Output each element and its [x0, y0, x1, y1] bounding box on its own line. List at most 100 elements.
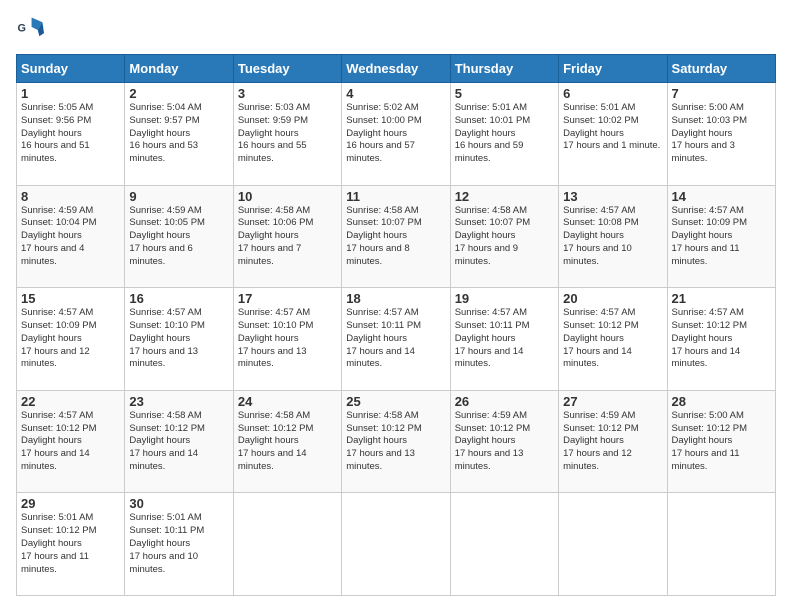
logo-icon: G — [16, 16, 44, 44]
day-info: Sunrise: 4:57 AMSunset: 10:10 PMDaylight… — [238, 307, 337, 371]
calendar-body: 1Sunrise: 5:05 AMSunset: 9:56 PMDaylight… — [17, 83, 776, 596]
day-number: 8 — [21, 189, 120, 204]
calendar-cell — [342, 493, 450, 596]
day-number: 17 — [238, 291, 337, 306]
day-info: Sunrise: 4:58 AMSunset: 10:07 PMDaylight… — [346, 205, 445, 269]
calendar-cell: 9Sunrise: 4:59 AMSunset: 10:05 PMDayligh… — [125, 185, 233, 288]
calendar-cell: 22Sunrise: 4:57 AMSunset: 10:12 PMDaylig… — [17, 390, 125, 493]
calendar-cell: 4Sunrise: 5:02 AMSunset: 10:00 PMDayligh… — [342, 83, 450, 186]
col-header-saturday: Saturday — [667, 55, 775, 83]
day-info: Sunrise: 4:57 AMSunset: 10:12 PMDaylight… — [672, 307, 771, 371]
day-number: 22 — [21, 394, 120, 409]
calendar-header-row: SundayMondayTuesdayWednesdayThursdayFrid… — [17, 55, 776, 83]
day-number: 13 — [563, 189, 662, 204]
day-info: Sunrise: 4:58 AMSunset: 10:07 PMDaylight… — [455, 205, 554, 269]
day-number: 9 — [129, 189, 228, 204]
calendar-cell: 1Sunrise: 5:05 AMSunset: 9:56 PMDaylight… — [17, 83, 125, 186]
calendar-cell: 18Sunrise: 4:57 AMSunset: 10:11 PMDaylig… — [342, 288, 450, 391]
calendar-cell: 21Sunrise: 4:57 AMSunset: 10:12 PMDaylig… — [667, 288, 775, 391]
day-info: Sunrise: 4:59 AMSunset: 10:04 PMDaylight… — [21, 205, 120, 269]
day-info: Sunrise: 5:00 AMSunset: 10:12 PMDaylight… — [672, 410, 771, 474]
calendar-week-5: 29Sunrise: 5:01 AMSunset: 10:12 PMDaylig… — [17, 493, 776, 596]
calendar-cell: 8Sunrise: 4:59 AMSunset: 10:04 PMDayligh… — [17, 185, 125, 288]
day-info: Sunrise: 4:59 AMSunset: 10:12 PMDaylight… — [455, 410, 554, 474]
calendar-cell: 14Sunrise: 4:57 AMSunset: 10:09 PMDaylig… — [667, 185, 775, 288]
day-number: 12 — [455, 189, 554, 204]
day-info: Sunrise: 5:01 AMSunset: 10:01 PMDaylight… — [455, 102, 554, 166]
col-header-wednesday: Wednesday — [342, 55, 450, 83]
page: G SundayMondayTuesdayWednesdayThursdayFr… — [0, 0, 792, 612]
day-info: Sunrise: 4:57 AMSunset: 10:08 PMDaylight… — [563, 205, 662, 269]
calendar-cell: 28Sunrise: 5:00 AMSunset: 10:12 PMDaylig… — [667, 390, 775, 493]
calendar-cell — [450, 493, 558, 596]
calendar-cell: 29Sunrise: 5:01 AMSunset: 10:12 PMDaylig… — [17, 493, 125, 596]
day-number: 29 — [21, 496, 120, 511]
day-number: 26 — [455, 394, 554, 409]
day-number: 11 — [346, 189, 445, 204]
day-info: Sunrise: 4:57 AMSunset: 10:11 PMDaylight… — [346, 307, 445, 371]
calendar-cell: 13Sunrise: 4:57 AMSunset: 10:08 PMDaylig… — [559, 185, 667, 288]
day-info: Sunrise: 4:58 AMSunset: 10:12 PMDaylight… — [238, 410, 337, 474]
col-header-thursday: Thursday — [450, 55, 558, 83]
day-number: 7 — [672, 86, 771, 101]
calendar-cell: 12Sunrise: 4:58 AMSunset: 10:07 PMDaylig… — [450, 185, 558, 288]
calendar-cell: 27Sunrise: 4:59 AMSunset: 10:12 PMDaylig… — [559, 390, 667, 493]
day-info: Sunrise: 4:58 AMSunset: 10:12 PMDaylight… — [346, 410, 445, 474]
day-info: Sunrise: 4:57 AMSunset: 10:09 PMDaylight… — [672, 205, 771, 269]
header: G — [16, 16, 776, 44]
calendar-cell: 3Sunrise: 5:03 AMSunset: 9:59 PMDaylight… — [233, 83, 341, 186]
calendar-cell: 6Sunrise: 5:01 AMSunset: 10:02 PMDayligh… — [559, 83, 667, 186]
day-number: 16 — [129, 291, 228, 306]
day-info: Sunrise: 4:59 AMSunset: 10:05 PMDaylight… — [129, 205, 228, 269]
day-number: 6 — [563, 86, 662, 101]
day-number: 2 — [129, 86, 228, 101]
day-number: 23 — [129, 394, 228, 409]
day-number: 24 — [238, 394, 337, 409]
day-info: Sunrise: 4:57 AMSunset: 10:12 PMDaylight… — [21, 410, 120, 474]
calendar-cell: 25Sunrise: 4:58 AMSunset: 10:12 PMDaylig… — [342, 390, 450, 493]
day-number: 10 — [238, 189, 337, 204]
day-number: 5 — [455, 86, 554, 101]
day-info: Sunrise: 5:03 AMSunset: 9:59 PMDaylight … — [238, 102, 337, 166]
day-number: 19 — [455, 291, 554, 306]
col-header-monday: Monday — [125, 55, 233, 83]
calendar-cell — [233, 493, 341, 596]
calendar-cell: 20Sunrise: 4:57 AMSunset: 10:12 PMDaylig… — [559, 288, 667, 391]
calendar-cell: 26Sunrise: 4:59 AMSunset: 10:12 PMDaylig… — [450, 390, 558, 493]
day-number: 30 — [129, 496, 228, 511]
calendar-cell: 23Sunrise: 4:58 AMSunset: 10:12 PMDaylig… — [125, 390, 233, 493]
day-number: 27 — [563, 394, 662, 409]
calendar-week-2: 8Sunrise: 4:59 AMSunset: 10:04 PMDayligh… — [17, 185, 776, 288]
calendar-cell: 7Sunrise: 5:00 AMSunset: 10:03 PMDayligh… — [667, 83, 775, 186]
logo: G — [16, 16, 48, 44]
svg-text:G: G — [18, 23, 26, 35]
calendar-cell: 10Sunrise: 4:58 AMSunset: 10:06 PMDaylig… — [233, 185, 341, 288]
calendar-cell: 16Sunrise: 4:57 AMSunset: 10:10 PMDaylig… — [125, 288, 233, 391]
day-info: Sunrise: 4:57 AMSunset: 10:10 PMDaylight… — [129, 307, 228, 371]
day-number: 20 — [563, 291, 662, 306]
day-info: Sunrise: 5:01 AMSunset: 10:02 PMDaylight… — [563, 102, 662, 153]
day-number: 25 — [346, 394, 445, 409]
day-info: Sunrise: 5:04 AMSunset: 9:57 PMDaylight … — [129, 102, 228, 166]
day-number: 4 — [346, 86, 445, 101]
day-info: Sunrise: 4:58 AMSunset: 10:12 PMDaylight… — [129, 410, 228, 474]
col-header-friday: Friday — [559, 55, 667, 83]
day-info: Sunrise: 5:01 AMSunset: 10:11 PMDaylight… — [129, 512, 228, 576]
calendar-cell: 2Sunrise: 5:04 AMSunset: 9:57 PMDaylight… — [125, 83, 233, 186]
day-number: 3 — [238, 86, 337, 101]
day-info: Sunrise: 4:57 AMSunset: 10:09 PMDaylight… — [21, 307, 120, 371]
calendar-cell: 19Sunrise: 4:57 AMSunset: 10:11 PMDaylig… — [450, 288, 558, 391]
calendar-cell: 15Sunrise: 4:57 AMSunset: 10:09 PMDaylig… — [17, 288, 125, 391]
day-number: 28 — [672, 394, 771, 409]
col-header-sunday: Sunday — [17, 55, 125, 83]
calendar-week-4: 22Sunrise: 4:57 AMSunset: 10:12 PMDaylig… — [17, 390, 776, 493]
day-info: Sunrise: 4:57 AMSunset: 10:12 PMDaylight… — [563, 307, 662, 371]
day-info: Sunrise: 5:00 AMSunset: 10:03 PMDaylight… — [672, 102, 771, 166]
day-number: 21 — [672, 291, 771, 306]
day-info: Sunrise: 4:59 AMSunset: 10:12 PMDaylight… — [563, 410, 662, 474]
day-number: 15 — [21, 291, 120, 306]
day-info: Sunrise: 5:02 AMSunset: 10:00 PMDaylight… — [346, 102, 445, 166]
calendar-week-1: 1Sunrise: 5:05 AMSunset: 9:56 PMDaylight… — [17, 83, 776, 186]
calendar-cell: 5Sunrise: 5:01 AMSunset: 10:01 PMDayligh… — [450, 83, 558, 186]
day-number: 18 — [346, 291, 445, 306]
